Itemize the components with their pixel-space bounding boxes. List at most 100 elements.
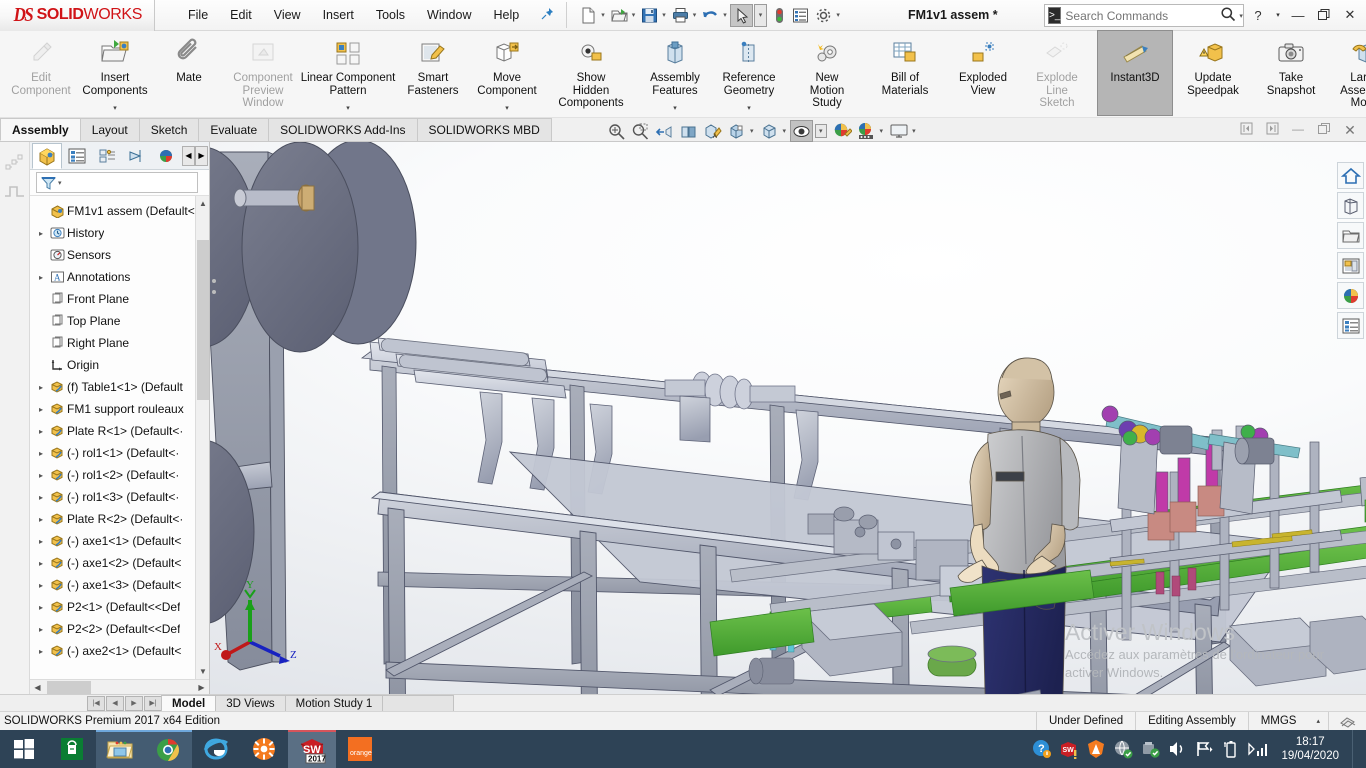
view-settings-caret[interactable]: ▾: [815, 124, 827, 138]
property-manager-tab[interactable]: [62, 143, 92, 169]
expand-arrow[interactable]: ▸: [34, 493, 48, 502]
move-component-dropdown[interactable]: ▾: [505, 104, 509, 115]
exploded-view-button[interactable]: Exploded View: [946, 31, 1020, 115]
tree-node-axe2-1[interactable]: ▸ (-) axe2<1> (Default<: [30, 640, 209, 662]
tree-node-axe1-3[interactable]: ▸ (-) axe1<3> (Default<: [30, 574, 209, 596]
solidworks-logo[interactable]: DS SOLIDWORKS: [0, 0, 155, 31]
hide-show-items-caret[interactable]: ▾: [783, 127, 787, 135]
menu-help[interactable]: Help: [483, 4, 531, 26]
expand-arrow[interactable]: ▸: [34, 383, 48, 392]
expand-arrow[interactable]: ▸: [34, 559, 48, 568]
tree-node-rol1-3[interactable]: ▸ (-) rol1<3> (Default<·: [30, 486, 209, 508]
display-style-caret[interactable]: ▾: [750, 127, 754, 135]
expand-arrow[interactable]: ▸: [34, 537, 48, 546]
new-motion-study-button[interactable]: New Motion Study: [790, 31, 864, 115]
menu-edit[interactable]: Edit: [219, 4, 263, 26]
solidworks-tray-icon[interactable]: SW: [1057, 730, 1081, 768]
solidworks-2017-icon[interactable]: SW 2017: [288, 730, 336, 768]
orange-gear-icon[interactable]: [240, 730, 288, 768]
expand-arrow[interactable]: ▸: [34, 603, 48, 612]
print-document-caret[interactable]: ▾: [693, 11, 697, 19]
apply-scene-icon[interactable]: [831, 120, 854, 142]
tabs-scroll-right[interactable]: ▶: [195, 146, 208, 166]
tree-node-p2-2[interactable]: ▸ P2<2> (Default<<Def: [30, 618, 209, 640]
bill-of-materials-button[interactable]: Bill of Materials: [868, 31, 942, 115]
menu-view[interactable]: View: [263, 4, 312, 26]
options-list-button[interactable]: [789, 3, 812, 27]
nav-prev-button[interactable]: ◀: [106, 696, 124, 711]
insert-components-button[interactable]: Insert Components ▾: [78, 31, 152, 115]
file-explorer-icon[interactable]: [1337, 252, 1364, 279]
linear-component-pattern-dropdown[interactable]: ▾: [346, 104, 350, 115]
menu-tools[interactable]: Tools: [365, 4, 416, 26]
tree-node-axe1-1[interactable]: ▸ (-) axe1<1> (Default<: [30, 530, 209, 552]
tree-node-rol1-1[interactable]: ▸ (-) rol1<1> (Default<·: [30, 442, 209, 464]
file-explorer-icon[interactable]: [96, 730, 144, 768]
new-document-button[interactable]: [577, 3, 600, 27]
help-button[interactable]: ?: [1246, 3, 1270, 27]
signal-bars-icon[interactable]: [1246, 730, 1270, 768]
feature-manager-tab[interactable]: [32, 143, 62, 169]
tabs-scroll-left[interactable]: ◀: [182, 146, 195, 166]
flyout-tree-icon[interactable]: [3, 150, 27, 172]
expand-arrow[interactable]: ▸: [34, 427, 48, 436]
assembly-features-button[interactable]: Assembly Features ▾: [638, 31, 712, 115]
insert-components-dropdown[interactable]: ▾: [113, 104, 117, 115]
tab-assembly[interactable]: Assembly: [0, 118, 81, 141]
tree-node-fm1-support-rouleaux[interactable]: ▸ FM1 support rouleaux: [30, 398, 209, 420]
expand-arrow[interactable]: ▸: [34, 229, 48, 238]
explode-line-sketch-button[interactable]: Explode Line Sketch: [1020, 31, 1094, 115]
scroll-down-arrow[interactable]: ▼: [196, 664, 209, 679]
take-snapshot-button[interactable]: Take Snapshot: [1254, 31, 1328, 115]
tree-node-plate-r-2[interactable]: ▸ Plate R<2> (Default<·: [30, 508, 209, 530]
viewport-layout-caret[interactable]: ▾: [912, 127, 916, 135]
tree-node-right-plane[interactable]: ▸ Right Plane: [30, 332, 209, 354]
update-speedpak-button[interactable]: Update Speedpak: [1176, 31, 1250, 115]
status-units[interactable]: MMGS: [1248, 712, 1309, 731]
assembly-features-dropdown[interactable]: ▾: [673, 104, 677, 115]
doc-restore-button[interactable]: [1314, 122, 1334, 139]
edit-component-button[interactable]: Edit Component: [4, 31, 78, 115]
save-document-button[interactable]: [638, 3, 661, 27]
nav-first-button[interactable]: |◀: [87, 696, 105, 711]
restore-button[interactable]: [1312, 3, 1336, 27]
viewport-layout-icon[interactable]: [887, 120, 910, 142]
tree-node-axe1-2[interactable]: ▸ (-) axe1<2> (Default<: [30, 552, 209, 574]
battery-icon[interactable]: [1219, 730, 1243, 768]
doc-minimize-button[interactable]: —: [1288, 122, 1308, 139]
minimize-button[interactable]: —: [1286, 3, 1310, 27]
home-icon[interactable]: [1337, 162, 1364, 189]
bottom-tab-empty[interactable]: [382, 695, 454, 711]
pin-icon[interactable]: [540, 7, 554, 24]
open-document-caret[interactable]: ▾: [632, 11, 636, 19]
hscroll-right-arrow[interactable]: ▶: [194, 683, 209, 692]
volume-speaker-icon[interactable]: [1165, 730, 1189, 768]
tree-node-history[interactable]: ▸ History: [30, 222, 209, 244]
tab-solidworks-mbd[interactable]: SOLIDWORKS MBD: [417, 118, 552, 141]
reference-geometry-dropdown[interactable]: ▾: [747, 104, 751, 115]
nav-last-button[interactable]: ▶|: [144, 696, 162, 711]
tree-node-sensors[interactable]: ▸ Sensors: [30, 244, 209, 266]
tab-sketch[interactable]: Sketch: [139, 118, 200, 141]
linear-component-pattern-button[interactable]: Linear Component Pattern ▾: [300, 31, 396, 115]
expand-arrow[interactable]: ▸: [34, 581, 48, 590]
orange-app-icon[interactable]: orange: [336, 730, 384, 768]
hscroll-left-arrow[interactable]: ◀: [30, 683, 45, 692]
search-commands-box[interactable]: >_ ▾: [1044, 4, 1244, 27]
tab-evaluate[interactable]: Evaluate: [198, 118, 269, 141]
tree-node-annotations[interactable]: ▸ A Annotations: [30, 266, 209, 288]
previous-view-icon[interactable]: [653, 120, 676, 142]
show-desktop-button[interactable]: [1352, 730, 1360, 768]
tree-node-origin[interactable]: ▸ Origin: [30, 354, 209, 376]
configuration-manager-tab[interactable]: [92, 143, 122, 169]
help-caret[interactable]: ▾: [1272, 3, 1284, 27]
bottom-tab-model[interactable]: Model: [161, 695, 216, 711]
expand-arrow[interactable]: ▸: [34, 647, 48, 656]
custom-properties-icon[interactable]: [1337, 312, 1364, 339]
status-units-caret[interactable]: ▴: [1308, 717, 1328, 725]
tree-node-plate-r-1[interactable]: ▸ Plate R<1> (Default<·: [30, 420, 209, 442]
scroll-up-arrow[interactable]: ▲: [196, 196, 209, 211]
solidworks-resources-icon[interactable]: [1337, 192, 1364, 219]
graphics-viewport[interactable]: X Y Z Activer Windows Accédez aux paramè…: [210, 142, 1366, 694]
tab-layout[interactable]: Layout: [80, 118, 140, 141]
